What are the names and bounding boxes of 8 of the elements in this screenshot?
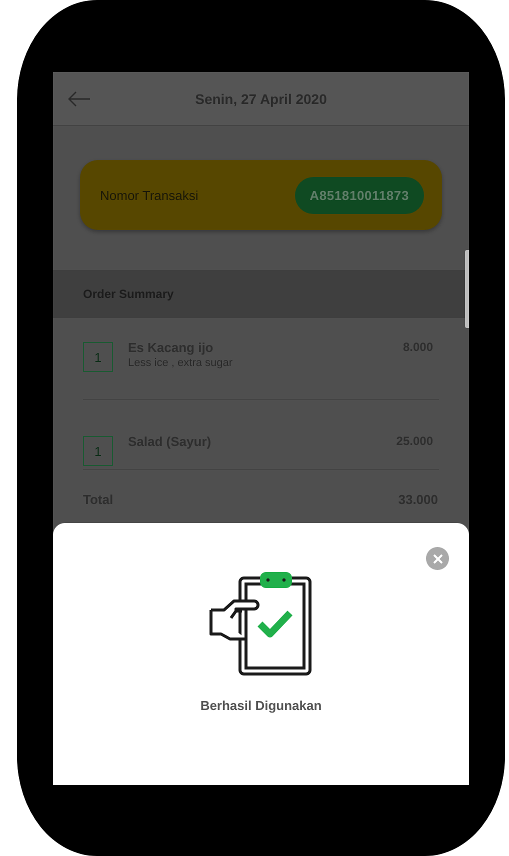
back-arrow-icon[interactable] (67, 91, 91, 107)
quantity-box: 1 (83, 342, 113, 372)
success-message: Berhasil Digunakan (200, 698, 322, 713)
close-button[interactable] (426, 547, 449, 570)
quantity-box: 1 (83, 436, 113, 466)
transaction-label: Nomor Transaksi (100, 188, 198, 202)
close-icon (432, 554, 442, 564)
transaction-number: A851810011873 (294, 176, 424, 214)
